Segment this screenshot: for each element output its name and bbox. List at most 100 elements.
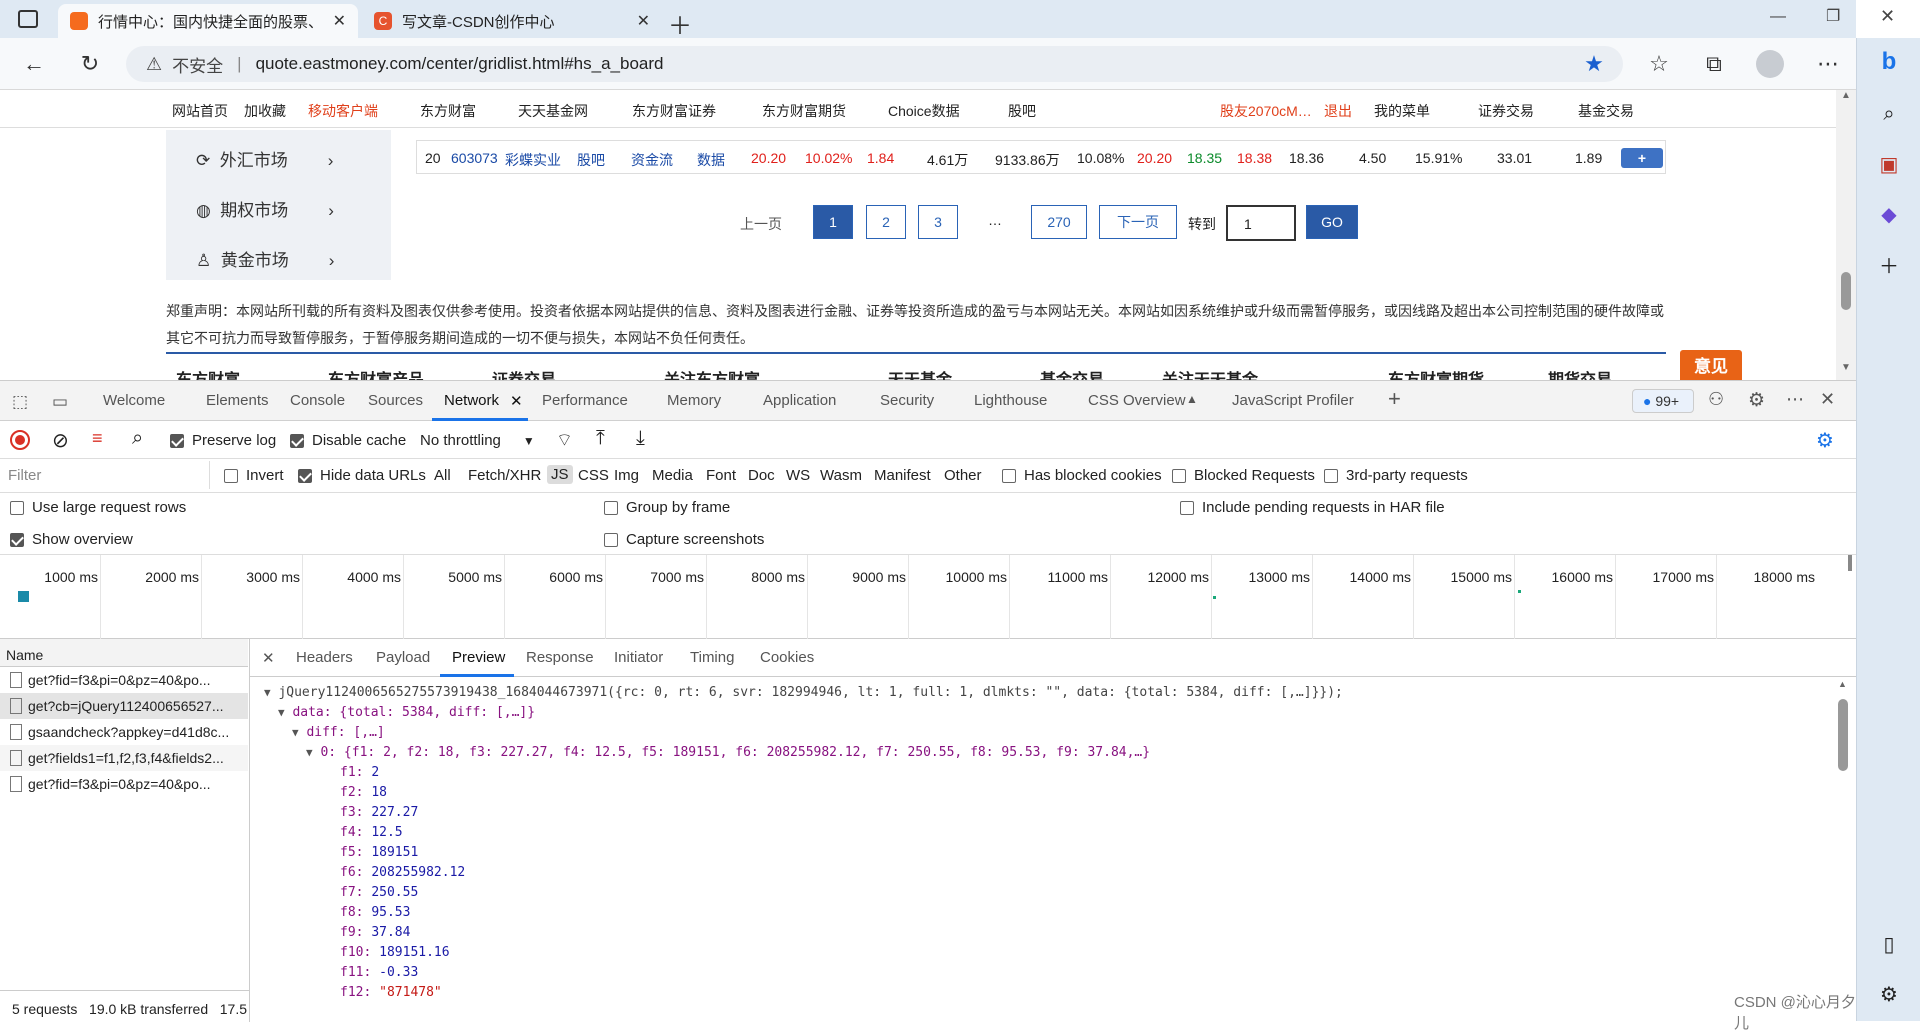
tab-timing[interactable]: Timing bbox=[690, 649, 734, 666]
filter-manifest[interactable]: Manifest bbox=[874, 467, 931, 484]
back-button[interactable]: ← bbox=[20, 50, 48, 78]
nav-choice[interactable]: Choice数据 bbox=[888, 101, 960, 121]
request-row[interactable]: get?fields1=f1,f2,f3,f4&fields2... bbox=[0, 745, 248, 771]
filter-font[interactable]: Font bbox=[706, 467, 736, 484]
nav-my-menu[interactable]: 我的菜单 bbox=[1374, 101, 1430, 121]
page-3-button[interactable]: 3 bbox=[918, 205, 958, 239]
address-bar[interactable]: ⚠ 不安全 | quote.eastmoney.com/center/gridl… bbox=[126, 46, 1623, 82]
filter-js[interactable]: JS bbox=[547, 465, 573, 484]
filter-ws[interactable]: WS bbox=[786, 467, 810, 484]
close-tab-icon[interactable]: ✕ bbox=[637, 11, 650, 31]
settings-icon[interactable]: ⚙ bbox=[1873, 978, 1905, 1010]
tab-cookies[interactable]: Cookies bbox=[760, 649, 814, 666]
devtools-close-icon[interactable]: ✕ bbox=[1820, 389, 1835, 410]
tools-icon[interactable]: ▣ bbox=[1873, 148, 1905, 180]
filter-css[interactable]: CSS bbox=[578, 467, 609, 484]
search-icon[interactable]: ⌕ bbox=[1873, 98, 1905, 130]
more-menu-icon[interactable]: ⋯ bbox=[1814, 50, 1842, 78]
json-root-line[interactable]: ▼ jQuery1124006565275573919438_168404467… bbox=[264, 685, 1343, 700]
filter-fetch-xhr[interactable]: Fetch/XHR bbox=[468, 467, 541, 484]
nav-logout[interactable]: 退出 bbox=[1324, 101, 1352, 121]
json-diff-line[interactable]: ▼ diff: [,…] bbox=[292, 725, 385, 740]
import-har-icon[interactable]: ⤒ bbox=[596, 427, 605, 450]
hide-data-urls-checkbox[interactable]: Hide data URLs bbox=[298, 467, 426, 484]
close-network-tab-icon[interactable]: ✕ bbox=[510, 392, 523, 410]
nav-securities[interactable]: 东方财富证券 bbox=[632, 101, 716, 121]
scroll-down-arrow[interactable]: ▼ bbox=[1841, 362, 1851, 373]
network-overview-timeline[interactable]: 1000 ms 2000 ms 3000 ms 4000 ms 5000 ms … bbox=[0, 555, 1856, 639]
sidebar-toggle-icon[interactable]: ▯ bbox=[1873, 928, 1905, 960]
new-tab-button[interactable]: ＋ bbox=[668, 6, 692, 41]
menu-options[interactable]: ◍ 期权市场 › bbox=[196, 196, 334, 221]
request-row-selected[interactable]: get?cb=jQuery112400656527... bbox=[0, 693, 248, 719]
close-tab-icon[interactable]: ✕ bbox=[333, 11, 346, 31]
request-row[interactable]: gsaandcheck?appkey=d41d8c... bbox=[0, 719, 248, 745]
tab-actions-icon[interactable] bbox=[18, 10, 38, 28]
network-settings-icon[interactable]: ⚙ bbox=[1816, 428, 1834, 453]
cell-fundflow-link[interactable]: 资金流 bbox=[631, 150, 673, 170]
nav-home[interactable]: 网站首页 bbox=[172, 101, 228, 121]
scroll-thumb[interactable] bbox=[1841, 272, 1851, 310]
throttling-select[interactable]: No throttling ▼ bbox=[420, 432, 535, 449]
page-2-button[interactable]: 2 bbox=[866, 205, 906, 239]
scroll-up-arrow[interactable]: ▲ bbox=[1838, 679, 1847, 689]
filter-other[interactable]: Other bbox=[944, 467, 982, 484]
nav-stock-trade[interactable]: 证券交易 bbox=[1478, 101, 1534, 121]
tab-css-overview[interactable]: CSS Overview bbox=[1088, 392, 1186, 409]
json-data-line[interactable]: ▼ data: {total: 5384, diff: [,…]} bbox=[278, 705, 535, 720]
tab-response[interactable]: Response bbox=[526, 649, 594, 666]
request-row[interactable]: get?fid=f3&pi=0&pz=40&po... bbox=[0, 667, 248, 693]
json-item0-line[interactable]: ▼ 0: {f1: 2, f2: 18, f3: 227.27, f4: 12.… bbox=[306, 745, 1150, 760]
request-row[interactable]: get?fid=f3&pi=0&pz=40&po... bbox=[0, 771, 248, 797]
tab-security[interactable]: Security bbox=[880, 392, 934, 409]
nav-fund-trade[interactable]: 基金交易 bbox=[1578, 101, 1634, 121]
tab-js-profiler[interactable]: JavaScript Profiler bbox=[1232, 392, 1354, 409]
third-party-checkbox[interactable]: 3rd-party requests bbox=[1324, 467, 1468, 484]
scroll-up-arrow[interactable]: ▲ bbox=[1841, 90, 1851, 101]
name-column-header[interactable]: Name bbox=[0, 639, 248, 667]
disable-cache-checkbox[interactable]: Disable cache bbox=[290, 432, 406, 449]
filter-input[interactable]: Filter bbox=[0, 461, 210, 489]
cell-data-link[interactable]: 数据 bbox=[697, 150, 725, 170]
devtools-more-icon[interactable]: ⋯ bbox=[1786, 389, 1804, 410]
filter-img[interactable]: Img bbox=[614, 467, 639, 484]
connection-icon[interactable]: ⚇ bbox=[1708, 389, 1724, 410]
filter-funnel-icon[interactable]: ≡ bbox=[92, 428, 103, 449]
tab-performance[interactable]: Performance bbox=[542, 392, 628, 409]
tab-sources[interactable]: Sources bbox=[368, 392, 423, 409]
search-icon[interactable]: ⌕ bbox=[132, 427, 143, 450]
nav-guba[interactable]: 股吧 bbox=[1008, 101, 1036, 121]
add-icon[interactable]: ＋ bbox=[1873, 248, 1905, 280]
clear-icon[interactable]: ⊘ bbox=[52, 428, 69, 453]
tab-initiator[interactable]: Initiator bbox=[614, 649, 663, 666]
page-last-button[interactable]: 270 bbox=[1031, 205, 1087, 239]
feedback-button[interactable]: 意见 bbox=[1680, 350, 1742, 380]
preview-scrollbar[interactable]: ▲ bbox=[1836, 677, 1850, 1022]
nav-eastmoney[interactable]: 东方财富 bbox=[420, 101, 476, 121]
invert-checkbox[interactable]: Invert bbox=[224, 467, 284, 484]
page-scrollbar[interactable]: ▲ ▼ bbox=[1836, 90, 1856, 380]
tab-lighthouse[interactable]: Lighthouse bbox=[974, 392, 1047, 409]
blocked-requests-checkbox[interactable]: Blocked Requests bbox=[1172, 467, 1315, 484]
cell-name[interactable]: 彩蝶实业 bbox=[505, 150, 561, 170]
tab-network[interactable]: Network bbox=[444, 392, 499, 409]
cell-code[interactable]: 603073 bbox=[451, 150, 498, 166]
capture-screenshots-checkbox[interactable]: Capture screenshots bbox=[604, 531, 764, 548]
filter-wasm[interactable]: Wasm bbox=[820, 467, 862, 484]
export-har-icon[interactable]: ⤓ bbox=[636, 427, 645, 450]
devtools-settings-icon[interactable]: ⚙ bbox=[1748, 389, 1765, 412]
nav-bookmark[interactable]: 加收藏 bbox=[244, 101, 286, 121]
refresh-button[interactable]: ↻ bbox=[76, 50, 104, 78]
network-conditions-icon[interactable]: ⌔ bbox=[556, 429, 573, 452]
next-page-button[interactable]: 下一页 bbox=[1099, 205, 1177, 239]
page-1-button[interactable]: 1 bbox=[813, 205, 853, 239]
filter-media[interactable]: Media bbox=[652, 467, 693, 484]
preserve-log-checkbox[interactable]: Preserve log bbox=[170, 432, 276, 449]
tab-csdn[interactable]: C 写文章-CSDN创作中心 ✕ bbox=[362, 4, 662, 38]
cell-guba-link[interactable]: 股吧 bbox=[577, 150, 605, 170]
collections-icon[interactable]: ⧉ bbox=[1700, 50, 1728, 78]
filter-all[interactable]: All bbox=[434, 467, 451, 484]
timeline-scrollbar[interactable] bbox=[1848, 555, 1852, 571]
has-blocked-cookies-checkbox[interactable]: Has blocked cookies bbox=[1002, 467, 1162, 484]
menu-forex[interactable]: ⟳ 外汇市场 › bbox=[196, 146, 333, 171]
